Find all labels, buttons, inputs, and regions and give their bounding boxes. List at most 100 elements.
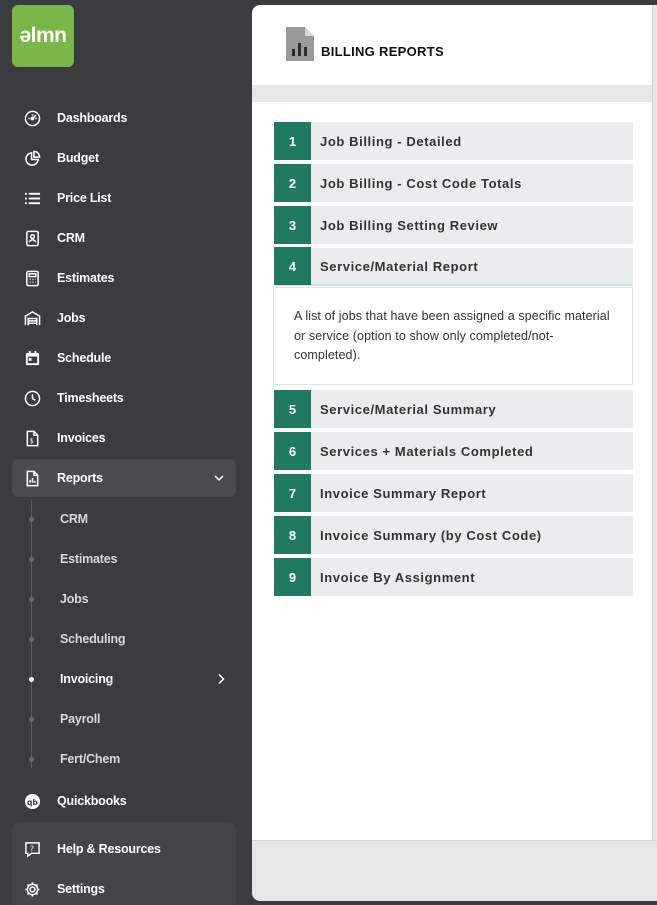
sidebar-item-jobs[interactable]: Jobs	[12, 299, 236, 337]
report-number: 7	[274, 474, 311, 512]
header-gap	[252, 85, 652, 102]
sidebar-item-label: Help & Resources	[57, 842, 161, 856]
sidebar-subitem-payroll[interactable]: Payroll	[24, 702, 236, 736]
submenu-dot	[29, 756, 34, 762]
report-number: 8	[274, 516, 311, 554]
report-label: Services + Materials Completed	[320, 443, 534, 459]
sidebar-item-help[interactable]: ? Help & Resources	[12, 830, 236, 868]
report-number: 1	[274, 122, 311, 160]
list-icon	[24, 190, 41, 207]
sidebar-item-schedule[interactable]: Schedule	[12, 339, 236, 377]
sidebar-item-label: Timesheets	[57, 391, 124, 405]
sidebar-item-label: Reports	[57, 471, 103, 485]
report-number: 3	[274, 206, 311, 244]
report-item-4[interactable]: 4 Service/Material Report	[274, 247, 633, 286]
report-icon	[24, 470, 41, 487]
report-item-6[interactable]: 6 Services + Materials Completed	[274, 432, 633, 470]
subitem-label: Payroll	[60, 712, 101, 726]
sidebar-item-label: CRM	[57, 231, 85, 245]
sidebar-item-budget[interactable]: Budget	[12, 139, 236, 177]
sidebar-item-label: Schedule	[57, 351, 111, 365]
sidebar-subitem-scheduling[interactable]: Scheduling	[24, 622, 236, 656]
logo-text: ǝlmn	[19, 24, 67, 47]
app-logo[interactable]: ǝlmn	[12, 5, 74, 67]
sidebar-subitem-crm[interactable]: CRM	[24, 502, 236, 536]
report-label: Service/Material Report	[320, 258, 479, 274]
submenu-dot	[29, 596, 34, 602]
pie-chart-icon	[24, 150, 41, 167]
report-label: Invoice Summary Report	[320, 485, 487, 501]
sidebar-item-timesheets[interactable]: Timesheets	[12, 379, 236, 417]
sidebar-subitem-fert-chem[interactable]: Fert/Chem	[24, 742, 236, 776]
page-footer	[252, 840, 657, 901]
report-number: 9	[274, 558, 311, 596]
submenu-dot	[29, 676, 34, 682]
report-item-8[interactable]: 8 Invoice Summary (by Cost Code)	[274, 516, 633, 554]
report-item-9[interactable]: 9 Invoice By Assignment	[274, 558, 633, 596]
submenu-dot	[29, 516, 34, 522]
subitem-label: Invoicing	[60, 672, 114, 686]
sidebar: ǝlmn Dashboards Budget Price List CRM Es…	[0, 0, 252, 905]
quickbooks-icon: qb	[24, 793, 41, 810]
report-label: Invoice By Assignment	[320, 569, 476, 585]
submenu-dot	[29, 716, 34, 722]
sidebar-item-label: Budget	[57, 151, 99, 165]
page-title: BILLING REPORTS	[321, 44, 444, 59]
scroll-edge	[652, 5, 657, 840]
calendar-icon	[24, 350, 41, 367]
sidebar-subitem-estimates[interactable]: Estimates	[24, 542, 236, 576]
sidebar-item-label: Invoices	[57, 431, 106, 445]
subitem-label: Estimates	[60, 552, 118, 566]
sidebar-item-crm[interactable]: CRM	[12, 219, 236, 257]
chevron-down-icon[interactable]	[212, 471, 226, 485]
sidebar-item-invoices[interactable]: $ Invoices	[12, 419, 236, 457]
help-icon: ?	[24, 841, 41, 858]
report-document-icon	[286, 27, 314, 61]
gauge-icon	[24, 110, 41, 127]
svg-text:qb: qb	[27, 797, 38, 806]
report-item-5[interactable]: 5 Service/Material Summary	[274, 390, 633, 428]
report-label: Invoice Summary (by Cost Code)	[320, 527, 542, 543]
sidebar-subitem-jobs[interactable]: Jobs	[24, 582, 236, 616]
sidebar-item-label: Jobs	[57, 311, 86, 325]
sidebar-item-label: Dashboards	[57, 111, 128, 125]
sidebar-item-dashboards[interactable]: Dashboards	[12, 99, 236, 137]
report-number: 5	[274, 390, 311, 428]
subitem-label: Jobs	[60, 592, 89, 606]
invoice-icon: $	[24, 430, 41, 447]
subitem-label: CRM	[60, 512, 88, 526]
sidebar-subitem-invoicing[interactable]: Invoicing	[24, 662, 236, 696]
calculator-icon	[24, 270, 41, 287]
clock-icon	[24, 390, 41, 407]
report-label: Service/Material Summary	[320, 401, 497, 417]
report-label: Job Billing Setting Review	[320, 217, 499, 233]
chevron-right-icon[interactable]	[214, 672, 228, 686]
sidebar-item-settings[interactable]: Settings	[12, 870, 236, 905]
report-label: Job Billing - Cost Code Totals	[320, 175, 522, 191]
report-number: 4	[274, 247, 311, 285]
subitem-label: Fert/Chem	[60, 752, 121, 766]
submenu-dot	[29, 556, 34, 562]
gear-icon	[24, 881, 41, 898]
submenu-dot	[29, 636, 34, 642]
svg-text:$: $	[30, 437, 34, 445]
report-item-3[interactable]: 3 Job Billing Setting Review	[274, 206, 633, 244]
subitem-label: Scheduling	[60, 632, 126, 646]
sidebar-item-label: Estimates	[57, 271, 115, 285]
report-label: Job Billing - Detailed	[320, 133, 462, 149]
sidebar-item-label: Settings	[57, 882, 105, 896]
svg-text:?: ?	[30, 844, 34, 853]
sidebar-item-quickbooks[interactable]: qb Quickbooks	[12, 782, 236, 820]
report-item-2[interactable]: 2 Job Billing - Cost Code Totals	[274, 164, 633, 202]
report-number: 2	[274, 164, 311, 202]
sidebar-item-reports[interactable]: Reports	[12, 459, 236, 497]
report-item-1[interactable]: 1 Job Billing - Detailed	[274, 122, 633, 160]
sidebar-item-estimates[interactable]: Estimates	[12, 259, 236, 297]
sidebar-item-price-list[interactable]: Price List	[12, 179, 236, 217]
report-item-7[interactable]: 7 Invoice Summary Report	[274, 474, 633, 512]
report-description: A list of jobs that have been assigned a…	[273, 287, 633, 385]
sidebar-item-label: Quickbooks	[57, 794, 127, 808]
garage-icon	[24, 310, 41, 327]
report-number: 6	[274, 432, 311, 470]
sidebar-item-label: Price List	[57, 191, 112, 205]
